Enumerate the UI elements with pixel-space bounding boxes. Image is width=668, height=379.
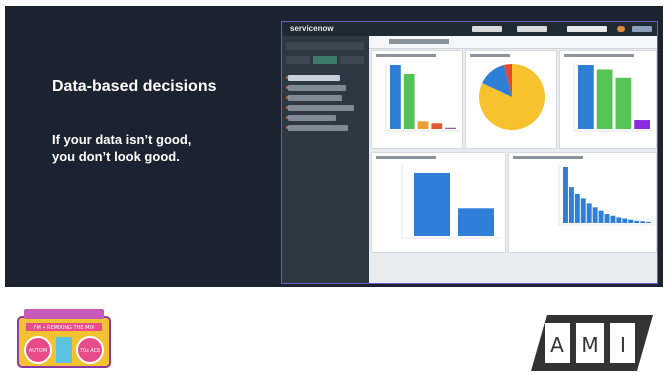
slide-subtext: If your data isn’t good, you don’t look … <box>52 131 252 165</box>
ami-logo: A M I <box>531 315 653 371</box>
slide-headline: Data-based decisions <box>52 78 217 95</box>
bar-chart-3 <box>401 165 502 239</box>
chart-bar <box>414 173 450 236</box>
nav-item <box>288 115 336 121</box>
chart-bar <box>390 65 401 129</box>
svg-text:I'M • REMIXING THE MIX: I'M • REMIXING THE MIX <box>34 325 95 331</box>
nav-filter-input <box>286 42 364 50</box>
chart-bar <box>417 121 429 129</box>
bar-chart-2 <box>573 63 654 132</box>
chart-title-placeholder <box>513 156 583 159</box>
chart-bar <box>596 69 613 129</box>
chart-bar <box>431 123 443 129</box>
chart-bar <box>604 214 610 223</box>
nav-tab <box>286 56 310 64</box>
chart-card <box>559 50 657 149</box>
dashboard-content <box>369 36 657 283</box>
chart-bar <box>563 167 568 223</box>
nav-item <box>288 95 342 101</box>
svg-text:70s ACE: 70s ACE <box>80 348 101 354</box>
dashboard-header <box>369 36 657 49</box>
topbar-chip <box>567 26 607 32</box>
subtext-line-1: If your data isn’t good, <box>52 132 192 147</box>
chart-bar <box>640 221 646 223</box>
nav-tab <box>340 56 364 64</box>
chart-bar <box>592 207 598 223</box>
screenshot-brand: servicenow <box>290 24 334 33</box>
chart-bar <box>580 198 586 223</box>
chart-bar <box>445 127 456 129</box>
ami-letter-i: I <box>620 333 626 357</box>
bar-chart-4 <box>558 165 655 226</box>
chart-bar <box>634 220 640 223</box>
dashboard-title-placeholder <box>389 39 449 44</box>
screenshot-nav <box>282 36 368 283</box>
chart-bar <box>615 77 632 129</box>
topbar-icons <box>632 26 652 32</box>
topbar-chip <box>472 26 502 32</box>
topbar-chip <box>517 26 547 32</box>
chart-title-placeholder <box>470 54 510 57</box>
nav-item <box>288 85 346 91</box>
chart-bar <box>568 187 574 223</box>
chart-bar <box>634 120 650 129</box>
chart-bar <box>574 193 580 223</box>
chart-bar <box>610 215 616 223</box>
ami-logo-mark: A M I <box>531 315 653 371</box>
chart-title-placeholder <box>376 54 436 57</box>
chart-bar <box>616 217 622 223</box>
chart-title-placeholder <box>564 54 634 57</box>
svg-text:AUTOM: AUTOM <box>29 348 47 354</box>
chart-bar <box>458 208 494 236</box>
chart-bar <box>578 65 594 129</box>
chart-bar <box>646 221 651 223</box>
chart-card <box>465 50 557 149</box>
pie-chart <box>479 64 545 130</box>
ami-letter-a: A <box>550 333 564 357</box>
screenshot-topbar: servicenow <box>282 22 657 36</box>
user-avatar-icon <box>617 26 625 32</box>
chart-card <box>371 152 506 253</box>
chart-title-placeholder <box>376 156 436 159</box>
chart-bar <box>403 73 415 129</box>
chart-bar <box>628 219 634 223</box>
nav-item <box>288 75 340 81</box>
chart-bar <box>598 210 604 223</box>
chart-bar <box>586 203 592 223</box>
nav-tab-active <box>313 56 337 64</box>
nav-item <box>288 125 348 131</box>
chart-bar <box>622 218 628 223</box>
bar-chart-1 <box>385 63 460 132</box>
chart-card <box>508 152 657 253</box>
nav-item <box>288 105 354 111</box>
ami-letter-m: M <box>581 333 598 357</box>
subtext-line-2: you don’t look good. <box>52 149 180 164</box>
boombox-icon: I'M • REMIXING THE MIX AUTOM 70s ACE <box>17 309 111 368</box>
nav-tabs <box>286 56 364 64</box>
boombox-logo: I'M • REMIXING THE MIX AUTOM 70s ACE <box>14 305 114 371</box>
chart-card <box>371 50 463 149</box>
dashboard-screenshot: servicenow <box>281 21 658 284</box>
